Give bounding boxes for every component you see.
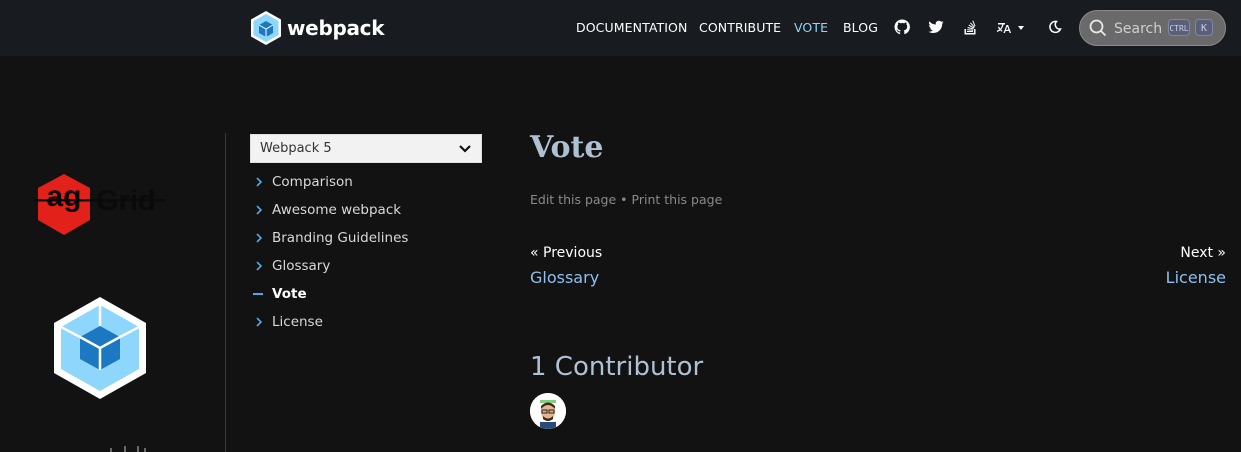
brand-name: webpack xyxy=(287,16,385,40)
contributor-avatar[interactable] xyxy=(530,393,566,429)
sidebar-item-glossary[interactable]: Glossary xyxy=(253,256,330,276)
stackoverflow-icon[interactable] xyxy=(962,19,978,35)
edit-page-link[interactable]: Edit this page xyxy=(530,192,616,207)
previous-page-link[interactable]: Glossary xyxy=(530,268,599,287)
separator: • xyxy=(620,192,628,207)
previous-label: « Previous xyxy=(530,245,603,261)
next-label: Next » xyxy=(1180,245,1226,261)
webpack-sponsor-logo[interactable] xyxy=(53,296,147,400)
svg-text:Grid: Grid xyxy=(96,185,156,217)
kbd-ctrl: CTRL xyxy=(1168,19,1190,36)
nav-contribute[interactable]: CONTRIBUTE xyxy=(699,20,781,35)
ad-partial-text xyxy=(110,446,146,452)
top-navigation-bar: webpack DOCUMENTATION CONTRIBUTE VOTE BL… xyxy=(0,0,1241,56)
next-page-link[interactable]: License xyxy=(1166,268,1226,287)
sidebar-item-vote[interactable]: Vote xyxy=(253,284,307,304)
chevron-right-icon xyxy=(256,317,263,327)
version-select[interactable]: Webpack 5 xyxy=(250,134,482,163)
page-title: Vote xyxy=(530,130,604,165)
ag-grid-sponsor-logo[interactable]: ag Grid xyxy=(34,172,166,238)
github-icon[interactable] xyxy=(894,19,910,35)
contributors-heading: 1 Contributor xyxy=(530,352,704,382)
current-page-indicator xyxy=(253,293,263,295)
nav-documentation[interactable]: DOCUMENTATION xyxy=(576,20,687,35)
twitter-icon[interactable] xyxy=(928,19,944,35)
chevron-right-icon xyxy=(256,233,263,243)
page-actions: Edit this page • Print this page xyxy=(530,192,722,207)
print-page-link[interactable]: Print this page xyxy=(632,192,723,207)
sidebar-item-comparison[interactable]: Comparison xyxy=(253,172,353,192)
nav-blog[interactable]: BLOG xyxy=(843,20,878,35)
search-placeholder: Search xyxy=(1114,21,1163,37)
sidebar-item-awesome-webpack[interactable]: Awesome webpack xyxy=(253,200,401,220)
chevron-right-icon xyxy=(256,205,263,215)
sidebar-item-label: Awesome webpack xyxy=(272,202,402,218)
language-icon[interactable] xyxy=(996,19,1026,35)
version-select-value: Webpack 5 xyxy=(260,141,332,156)
search-icon xyxy=(1089,19,1107,37)
nav-vote[interactable]: VOTE xyxy=(794,20,828,35)
webpack-home-link[interactable]: webpack xyxy=(250,10,385,46)
webpack-logo-icon xyxy=(251,11,281,45)
sidebar-item-label: License xyxy=(272,314,323,330)
kbd-k: K xyxy=(1195,19,1213,36)
sidebar-item-label: Branding Guidelines xyxy=(272,230,409,246)
chevron-right-icon xyxy=(256,177,263,187)
theme-toggle-icon[interactable] xyxy=(1047,19,1063,35)
sidebar-item-label: Vote xyxy=(272,286,307,302)
sidebar-item-branding-guidelines[interactable]: Branding Guidelines xyxy=(253,228,408,248)
avatar-image xyxy=(530,393,566,429)
chevron-right-icon xyxy=(256,261,263,271)
sidebar-item-license[interactable]: License xyxy=(253,312,323,332)
chevron-down-icon xyxy=(459,145,471,153)
sidebar-item-label: Comparison xyxy=(272,174,353,190)
sidebar-item-label: Glossary xyxy=(272,258,331,274)
svg-text:ag: ag xyxy=(46,180,81,213)
ad-column-divider xyxy=(225,133,226,452)
search-box[interactable]: Search CTRL K xyxy=(1079,10,1226,46)
